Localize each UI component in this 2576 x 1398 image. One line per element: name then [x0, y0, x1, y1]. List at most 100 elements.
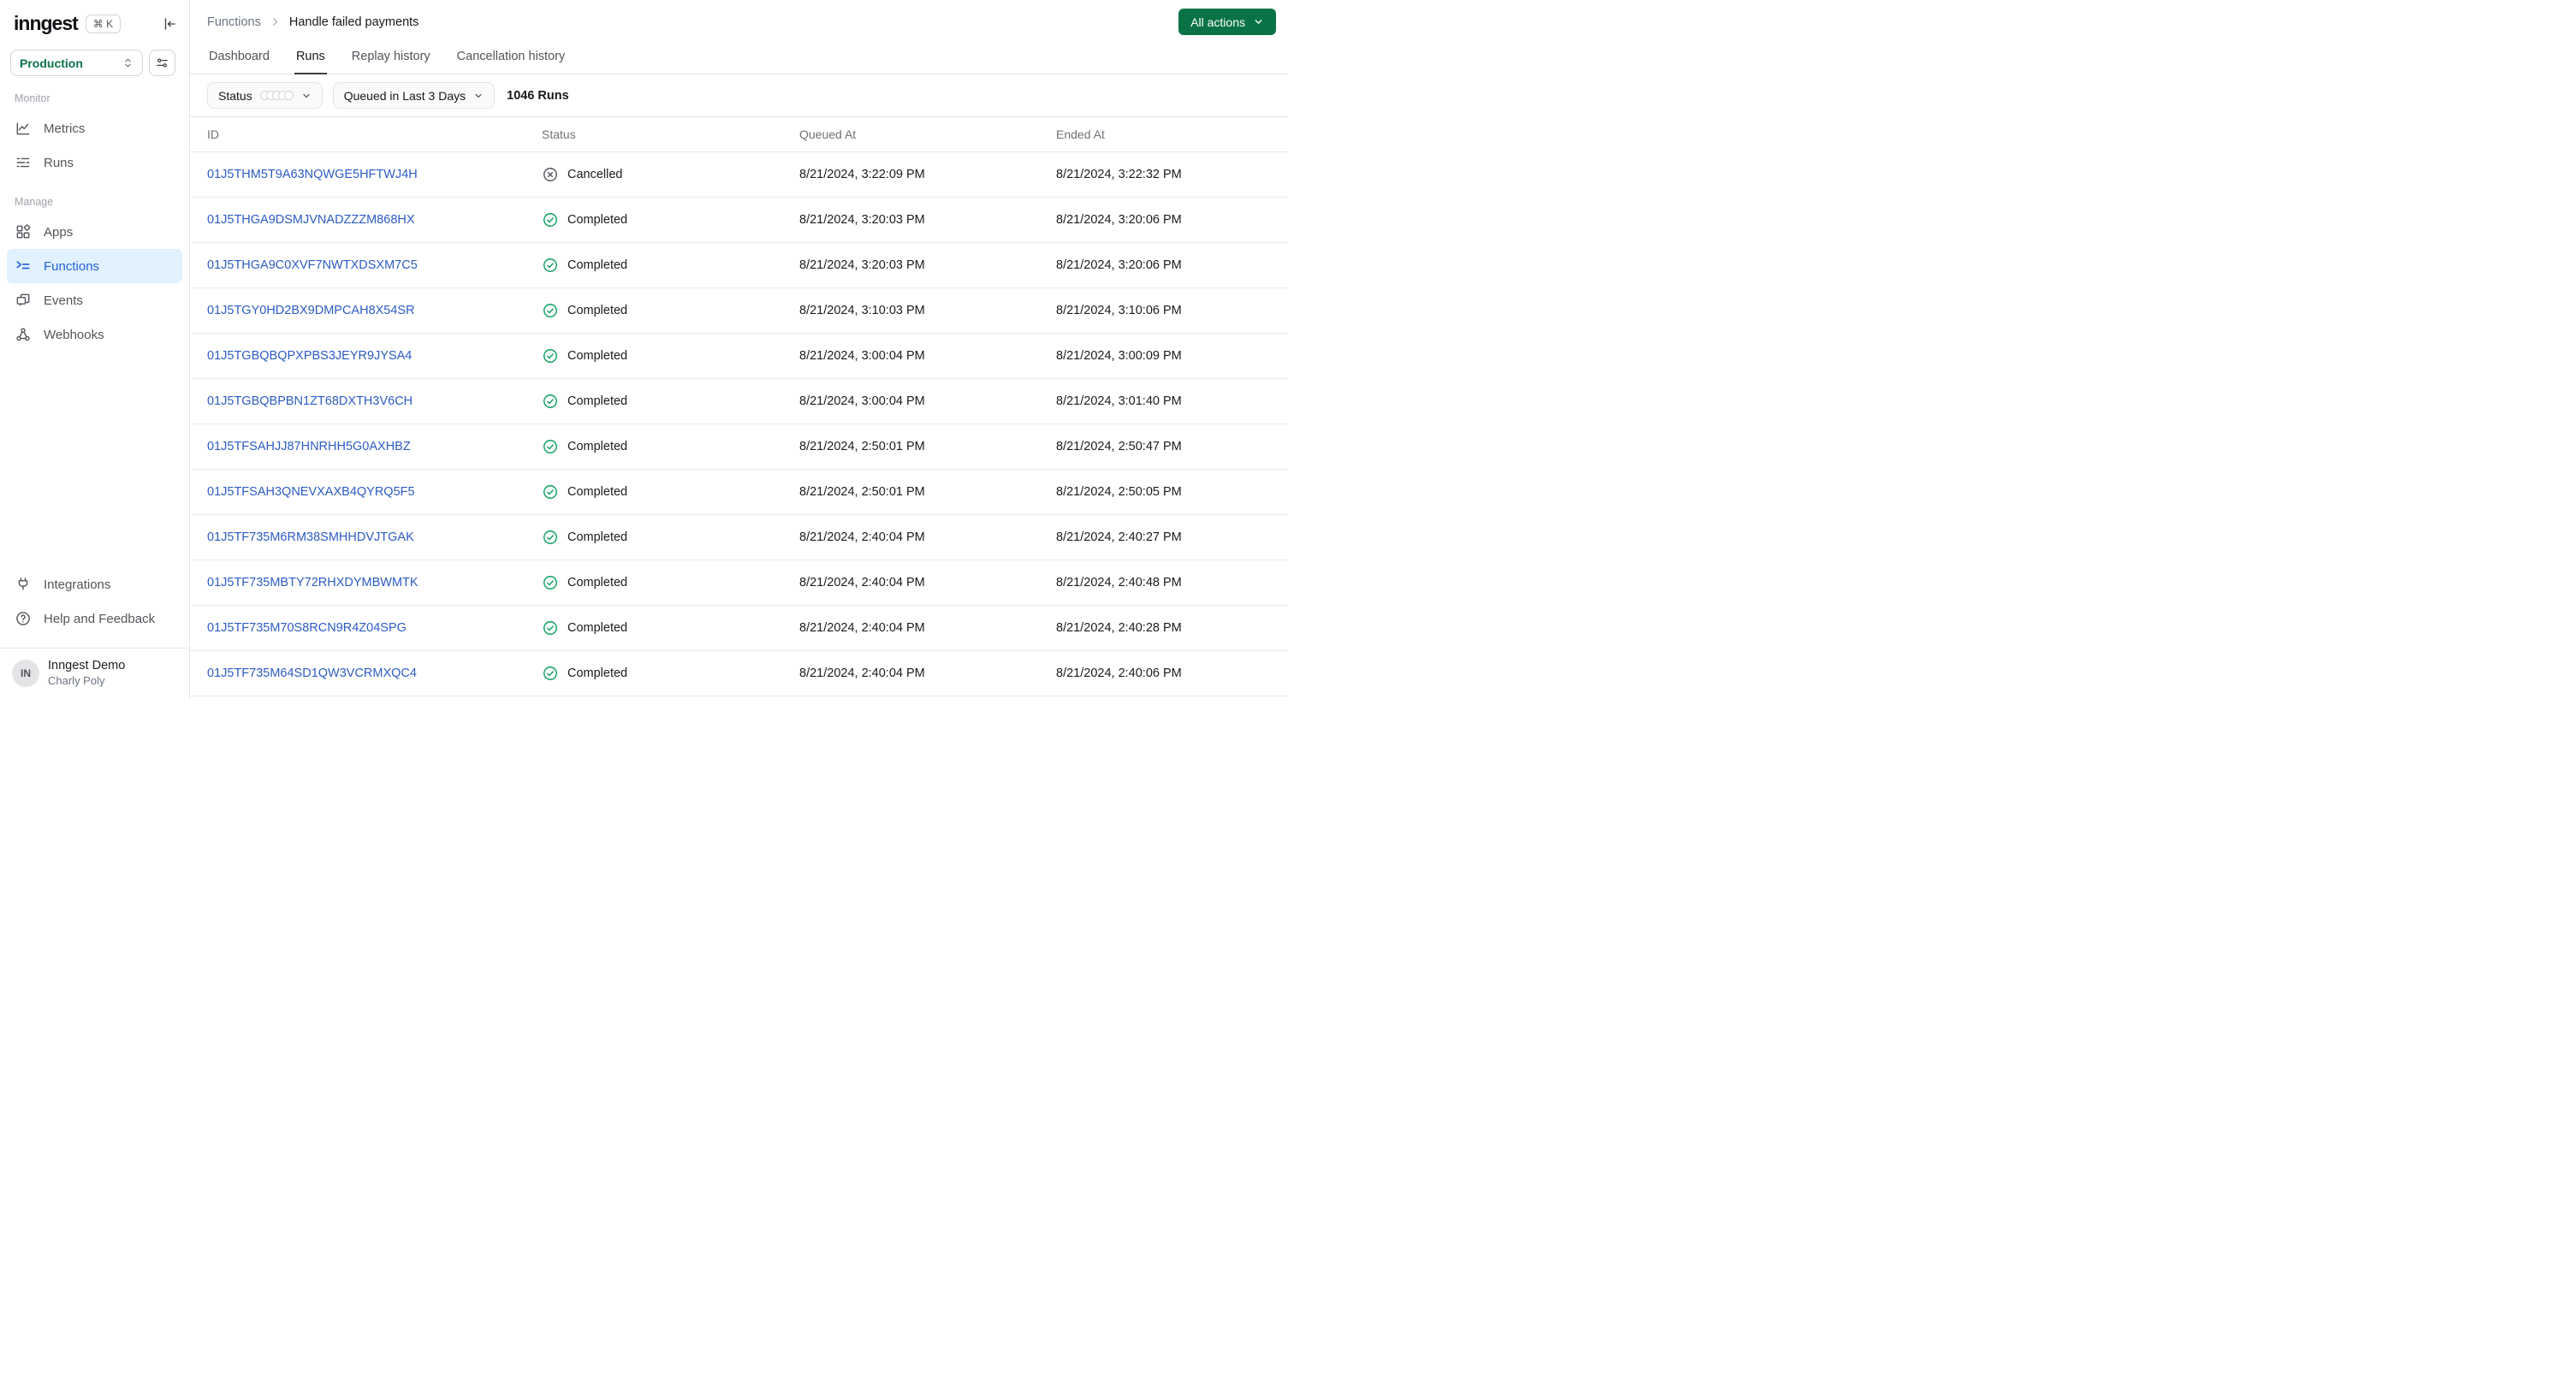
queued-at-cell: 8/21/2024, 2:40:04 PM: [799, 576, 925, 589]
sidebar-item-events[interactable]: Events: [7, 283, 182, 317]
question-circle-icon: [15, 610, 32, 627]
windows-icon: [15, 292, 32, 309]
inngest-logo[interactable]: inngest: [14, 12, 79, 35]
status-label: Completed: [567, 530, 628, 544]
run-id-link[interactable]: 01J5TFSAH3QNEVXAXB4QYRQ5F5: [207, 485, 415, 499]
sidebar-item-help[interactable]: Help and Feedback: [7, 601, 182, 636]
status-label: Completed: [567, 440, 628, 453]
run-id-link[interactable]: 01J5TFSAHJJ87HNRHH5G0AXHBZ: [207, 440, 411, 453]
user-menu[interactable]: IN Inngest Demo Charly Poly: [0, 648, 189, 699]
sidebar-item-label: Metrics: [44, 121, 86, 136]
table-row: 01J5THGA9C0XVF7NWTXDSXM7C5 Completed 8/21/…: [190, 243, 1288, 288]
ended-at-cell: 8/21/2024, 2:50:05 PM: [1056, 485, 1182, 499]
sidebar-item-functions[interactable]: Functions: [7, 249, 182, 283]
runs-table-body: 01J5THM5T9A63NQWGE5HFTWJ4H Cancelled 8/21/…: [190, 152, 1288, 699]
chart-icon: [15, 120, 32, 137]
run-id-link[interactable]: 01J5TF735M70S8RCN9R4Z04SPG: [207, 621, 407, 635]
tab-dashboard[interactable]: Dashboard: [207, 48, 271, 74]
sidebar-nav: Monitor Metrics Runs Manage Apps Functio…: [0, 76, 189, 352]
tab-replay-history[interactable]: Replay history: [350, 48, 432, 74]
status-dots-icon: [259, 91, 294, 100]
table-row: 01J5TF735MBTY72RHXDYMBWMTK Completed 8/21/…: [190, 560, 1288, 606]
environment-select[interactable]: Production: [10, 50, 143, 76]
filters-bar: Status Queued in Last 3 Days 1046 Runs: [190, 74, 1288, 117]
completed-check-circle-icon: [542, 302, 559, 319]
status-label: Completed: [567, 394, 628, 408]
queued-at-cell: 8/21/2024, 2:50:01 PM: [799, 440, 925, 453]
ended-at-cell: 8/21/2024, 3:22:32 PM: [1056, 168, 1182, 181]
tab-bar: Dashboard Runs Replay history Cancellati…: [190, 35, 1288, 74]
table-header: ID Status Queued At Ended At: [190, 117, 1288, 152]
run-id-link[interactable]: 01J5TGBQBPBN1ZT68DXTH3V6CH: [207, 394, 413, 408]
table-row: 01J5THM5T9A63NQWGE5HFTWJ4H Cancelled 8/21/…: [190, 152, 1288, 198]
completed-check-circle-icon: [542, 438, 559, 455]
time-range-filter-button[interactable]: Queued in Last 3 Days: [332, 82, 496, 109]
queued-at-cell: 8/21/2024, 2:50:01 PM: [799, 485, 925, 499]
sidebar-item-webhooks[interactable]: Webhooks: [7, 317, 182, 352]
queued-at-cell: 8/21/2024, 3:20:03 PM: [799, 213, 925, 227]
ended-at-cell: 8/21/2024, 2:40:28 PM: [1056, 621, 1182, 635]
status-label: Completed: [567, 485, 628, 499]
status-label: Completed: [567, 349, 628, 363]
table-row: 01J5TFSAH3QNEVXAXB4QYRQ5F5 Completed 8/21/…: [190, 470, 1288, 515]
sidebar-header: inngest ⌘ K: [0, 0, 189, 35]
run-id-link[interactable]: 01J5THGA9C0XVF7NWTXDSXM7C5: [207, 258, 418, 272]
run-id-link[interactable]: 01J5THGA9DSMJVNADZZZM868HX: [207, 213, 415, 227]
command-k-shortcut[interactable]: ⌘ K: [85, 14, 122, 33]
column-header-ended-at: Ended At: [1056, 127, 1105, 141]
breadcrumb-current-page: Handle failed payments: [288, 15, 419, 29]
collapse-sidebar-button[interactable]: [162, 16, 177, 32]
table-row: 01J5TGBQBQPXPBS3JEYR9JYSA4 Completed 8/21/…: [190, 334, 1288, 379]
webhook-icon: [15, 326, 32, 343]
updown-chevrons-icon: [122, 57, 134, 68]
environment-select-value: Production: [20, 56, 83, 70]
table-row: 01J5TF735M64SD1QW3VCRMXQC4 Completed 8/21/…: [190, 651, 1288, 696]
all-actions-button[interactable]: All actions: [1178, 9, 1276, 35]
plug-icon: [15, 576, 32, 593]
status-label: Completed: [567, 621, 628, 635]
sidebar-item-label: Functions: [44, 258, 100, 274]
table-row: 01J5TGBQBPBN1ZT68DXTH3V6CH Completed 8/21/…: [190, 379, 1288, 424]
tab-cancellation-history[interactable]: Cancellation history: [455, 48, 567, 74]
run-id-link[interactable]: 01J5TGY0HD2BX9DMPCAH8X54SR: [207, 304, 415, 317]
ended-at-cell: 8/21/2024, 3:01:40 PM: [1056, 394, 1182, 408]
queued-at-cell: 8/21/2024, 3:20:03 PM: [799, 258, 925, 272]
chevron-down-icon: [473, 91, 484, 101]
tab-runs[interactable]: Runs: [294, 48, 327, 74]
run-id-link[interactable]: 01J5TGBQBQPXPBS3JEYR9JYSA4: [207, 349, 412, 363]
apps-grid-icon: [15, 223, 32, 240]
user-name: Charly Poly: [48, 674, 105, 687]
run-id-link[interactable]: 01J5TF735M6RM38SMHHDVJTGAK: [207, 530, 414, 544]
environment-settings-button[interactable]: [149, 50, 175, 76]
chevron-down-icon: [1255, 20, 1262, 24]
completed-check-circle-icon: [542, 211, 559, 228]
run-id-link[interactable]: 01J5TF735M64SD1QW3VCRMXQC4: [207, 666, 417, 680]
sidebar-item-metrics[interactable]: Metrics: [7, 111, 182, 145]
cancelled-x-circle-icon: [542, 166, 559, 183]
completed-check-circle-icon: [542, 347, 559, 364]
breadcrumb-functions-link[interactable]: Functions: [207, 15, 261, 29]
ended-at-cell: 8/21/2024, 2:40:27 PM: [1056, 530, 1182, 544]
sidebar-item-apps[interactable]: Apps: [7, 215, 182, 249]
sidebar-item-label: Integrations: [44, 577, 111, 592]
queued-at-cell: 8/21/2024, 3:10:03 PM: [799, 304, 925, 317]
run-id-link[interactable]: 01J5TF735MBTY72RHXDYMBWMTK: [207, 576, 418, 589]
queued-at-cell: 8/21/2024, 2:40:04 PM: [799, 530, 925, 544]
topbar: Functions Handle failed payments All act…: [190, 0, 1288, 35]
table-row: 01J5TFSAHJJ87HNRHH5G0AXHBZ Completed 8/21/…: [190, 424, 1288, 470]
status-label: Completed: [567, 304, 628, 317]
nav-section-monitor: Monitor: [15, 92, 50, 104]
table-row: 01J5TF735M70S8RCN9R4Z04SPG Completed 8/21/…: [190, 606, 1288, 651]
sidebar-item-integrations[interactable]: Integrations: [7, 567, 182, 601]
queued-at-cell: 8/21/2024, 3:00:04 PM: [799, 349, 925, 363]
chevron-right-icon: [270, 16, 281, 27]
status-label: Completed: [567, 666, 628, 680]
sidebar-item-label: Webhooks: [44, 327, 104, 342]
table-row: 01J5TF735M6RM38SMHHDVJTGAK Completed 8/21/…: [190, 515, 1288, 560]
sidebar-item-runs[interactable]: Runs: [7, 145, 182, 180]
completed-check-circle-icon: [542, 619, 559, 637]
run-id-link[interactable]: 01J5THM5T9A63NQWGE5HFTWJ4H: [207, 168, 418, 181]
status-filter-button[interactable]: Status: [207, 82, 323, 109]
queued-at-cell: 8/21/2024, 3:22:09 PM: [799, 168, 925, 181]
function-list-icon: [15, 258, 32, 275]
